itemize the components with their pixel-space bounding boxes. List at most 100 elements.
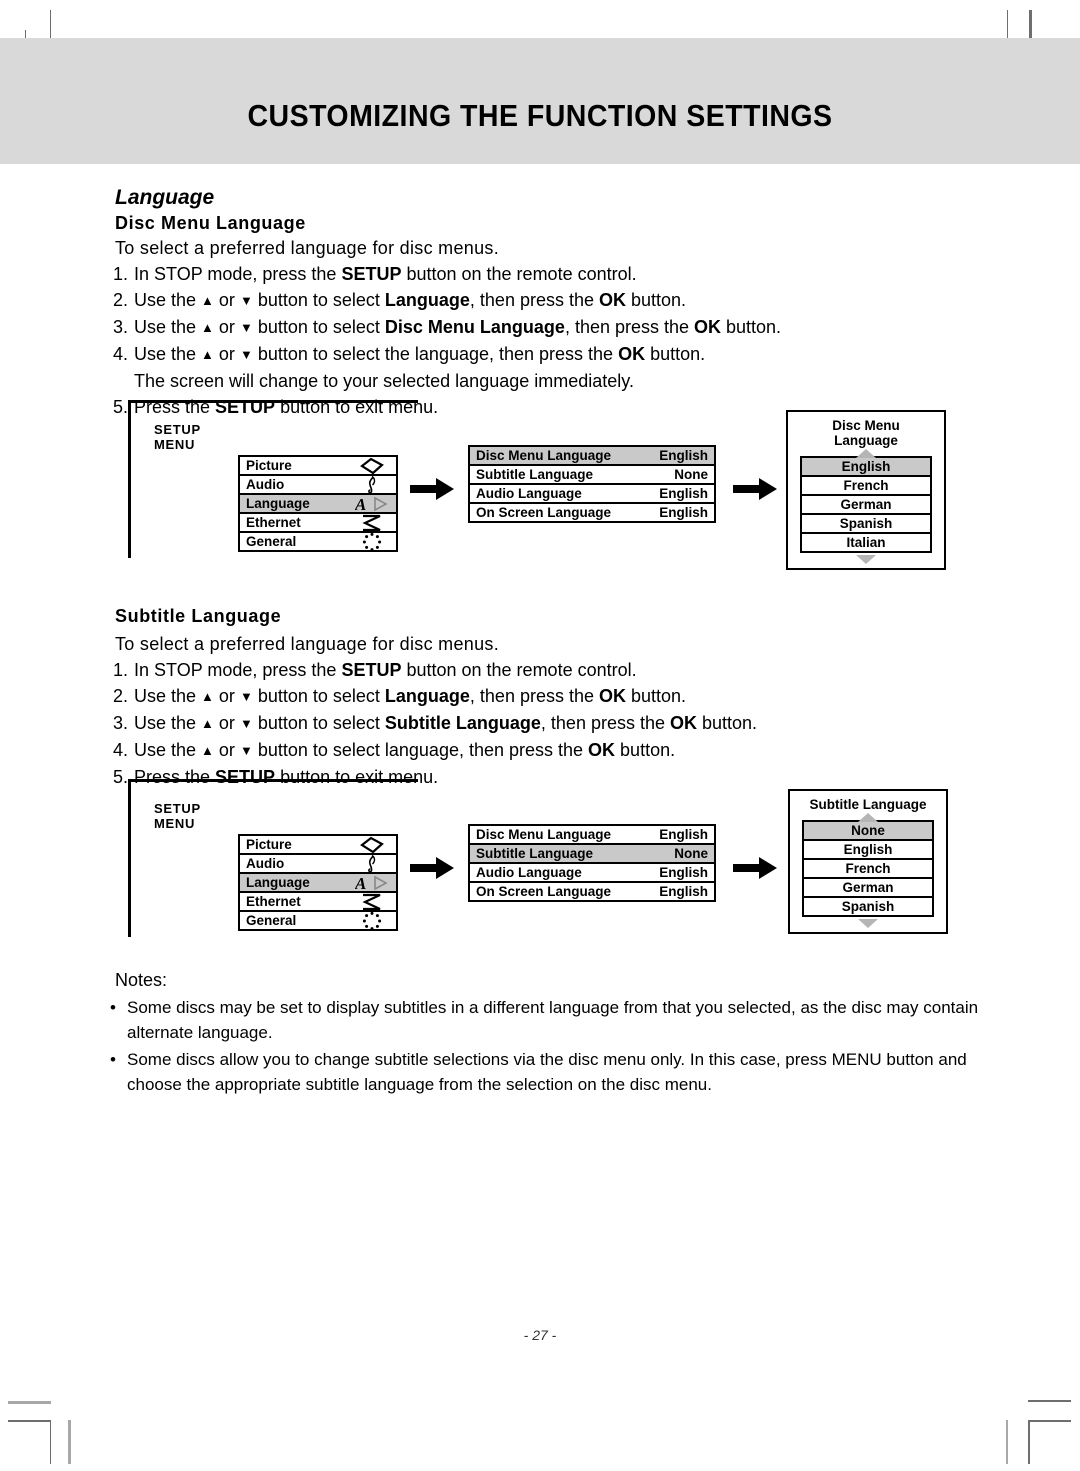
option-item-label: None — [851, 823, 885, 838]
note-item: • Some discs allow you to change subtitle… — [110, 1047, 990, 1097]
crop-mark-br-v1 — [1028, 1420, 1030, 1464]
step-number: 4. — [113, 740, 129, 760]
step-number: 4. — [113, 344, 129, 364]
setup-menu-item-label: General — [246, 913, 297, 928]
option-item[interactable]: French — [802, 858, 934, 879]
setup-menu-item[interactable]: Language A — [238, 872, 398, 893]
bullet-icon: • — [110, 1050, 116, 1069]
setup-frame-left-rule — [128, 400, 131, 558]
flow-arrow-1a — [410, 478, 454, 505]
notes-list: • Some discs may be set to display subtit… — [110, 995, 990, 1099]
setup-menu-item-label: Audio — [246, 856, 285, 871]
language-settings-list[interactable]: Disc Menu Language English Subtitle Langua… — [468, 445, 716, 523]
language-setting-value: English — [659, 884, 708, 899]
step-list-disc-menu-language: 1. In STOP mode, press the SETUP button o… — [113, 261, 781, 420]
language-setting-label: Disc Menu Language — [476, 827, 612, 842]
language-setting-value: English — [659, 827, 708, 842]
setup-menu-item[interactable]: General — [238, 910, 398, 931]
letter-a-play-icon: A — [354, 874, 390, 892]
language-setting-row[interactable]: Audio Language English — [468, 483, 716, 504]
setup-menu-item-label: Picture — [246, 458, 292, 473]
option-item[interactable]: Spanish — [800, 513, 932, 534]
language-setting-value: English — [659, 865, 708, 880]
step-number: 1. — [113, 264, 129, 284]
option-item-label: English — [843, 842, 893, 857]
section-title: Language — [115, 186, 215, 209]
svg-text:A: A — [355, 874, 366, 892]
language-setting-label: On Screen Language — [476, 884, 612, 899]
scroll-down-arrow-icon[interactable] — [800, 555, 932, 564]
setup-menu-item-label: Audio — [246, 477, 285, 492]
option-panel-subtitle-language[interactable]: Subtitle Language None English French German… — [788, 789, 948, 934]
setup-frame-top-rule-2 — [128, 779, 418, 782]
diagram-disc-menu-language: SETUP MENU Picture Audio Language A Ethernet… — [128, 400, 958, 575]
language-setting-label: Disc Menu Language — [476, 448, 612, 463]
option-item-label: Italian — [846, 535, 886, 550]
setup-menu-item-label: Language — [246, 875, 310, 890]
setup-frame-left-rule-2 — [128, 779, 131, 937]
option-item[interactable]: English — [800, 456, 932, 477]
language-setting-label: Audio Language — [476, 865, 582, 880]
note-item: • Some discs may be set to display subtit… — [110, 995, 990, 1045]
scroll-down-arrow-icon[interactable] — [802, 919, 934, 928]
flow-arrow-2b — [733, 857, 777, 884]
page-number: - 27 - — [523, 1327, 557, 1343]
option-item[interactable]: German — [800, 494, 932, 515]
language-settings-list-2[interactable]: Disc Menu Language English Subtitle Langua… — [468, 824, 716, 902]
language-setting-row[interactable]: Subtitle Language None — [468, 464, 716, 485]
crop-mark-br-h2 — [1028, 1400, 1071, 1402]
crop-mark-br-v2 — [1006, 1420, 1008, 1464]
option-item[interactable]: English — [802, 839, 934, 860]
step-item: 2. Use the ▲ or ▼ button to select Langua… — [113, 683, 757, 710]
option-panel-heading: Disc Menu Language — [832, 418, 900, 448]
setup-menu-item-label: Ethernet — [246, 894, 301, 909]
option-panel-heading: Subtitle Language — [809, 797, 927, 812]
language-setting-row[interactable]: Subtitle Language None — [468, 843, 716, 864]
setup-menu-item-label: General — [246, 534, 297, 549]
setup-menu-list-2[interactable]: Picture Audio Language A Ethernet General — [238, 834, 398, 931]
flow-arrow-1b — [733, 478, 777, 505]
diamond-icon — [354, 836, 390, 853]
setup-menu-item[interactable]: Ethernet — [238, 512, 398, 533]
step-number: 3. — [113, 713, 129, 733]
music-note-icon — [354, 475, 390, 494]
language-setting-label: On Screen Language — [476, 505, 612, 520]
language-setting-row[interactable]: Audio Language English — [468, 862, 716, 883]
step-item: 2. Use the ▲ or ▼ button to select Langua… — [113, 287, 781, 314]
option-item-label: Spanish — [841, 899, 895, 914]
option-item-label: English — [841, 459, 891, 474]
language-setting-label: Subtitle Language — [476, 467, 594, 482]
option-panel-disc-menu-language[interactable]: Disc Menu Language English French German Spa… — [786, 410, 946, 570]
setup-menu-list[interactable]: Picture Audio Language A Ethernet General — [238, 455, 398, 552]
option-item[interactable]: German — [802, 877, 934, 898]
option-item[interactable]: None — [802, 820, 934, 841]
option-item[interactable]: Spanish — [802, 896, 934, 917]
setup-menu-item[interactable]: General — [238, 531, 398, 552]
setup-menu-item[interactable]: Audio — [238, 474, 398, 495]
language-setting-row[interactable]: Disc Menu Language English — [468, 824, 716, 845]
step-item: 3. Use the ▲ or ▼ button to select Disc M… — [113, 314, 781, 341]
topic-heading-subtitle-language: Subtitle Language — [115, 606, 282, 626]
dotted-circle-icon — [354, 532, 390, 551]
setup-menu-item[interactable]: Picture — [238, 455, 398, 476]
option-item[interactable]: French — [800, 475, 932, 496]
language-setting-label: Audio Language — [476, 486, 582, 501]
setup-menu-item[interactable]: Audio — [238, 853, 398, 874]
option-item[interactable]: Italian — [800, 532, 932, 553]
step-text: In STOP mode, press the SETUP button on … — [134, 264, 637, 284]
language-setting-row[interactable]: On Screen Language English — [468, 502, 716, 523]
language-setting-row[interactable]: Disc Menu Language English — [468, 445, 716, 466]
setup-menu-item[interactable]: Ethernet — [238, 891, 398, 912]
crop-mark-bl-v1 — [50, 1420, 51, 1464]
setup-menu-item[interactable]: Language A — [238, 493, 398, 514]
setup-frame-top-rule — [128, 400, 418, 403]
topic-intro-subtitle-language: To select a preferred language for disc … — [115, 634, 500, 654]
notes-label: Notes: — [115, 970, 168, 990]
crop-mark-bl-v2 — [68, 1420, 71, 1464]
step-item: 4. Use the ▲ or ▼ button to select the la… — [113, 341, 781, 368]
language-setting-value: None — [674, 467, 708, 482]
step-number: 1. — [113, 660, 129, 680]
setup-menu-label-2: SETUP MENU — [154, 801, 201, 831]
language-setting-row[interactable]: On Screen Language English — [468, 881, 716, 902]
setup-menu-item[interactable]: Picture — [238, 834, 398, 855]
